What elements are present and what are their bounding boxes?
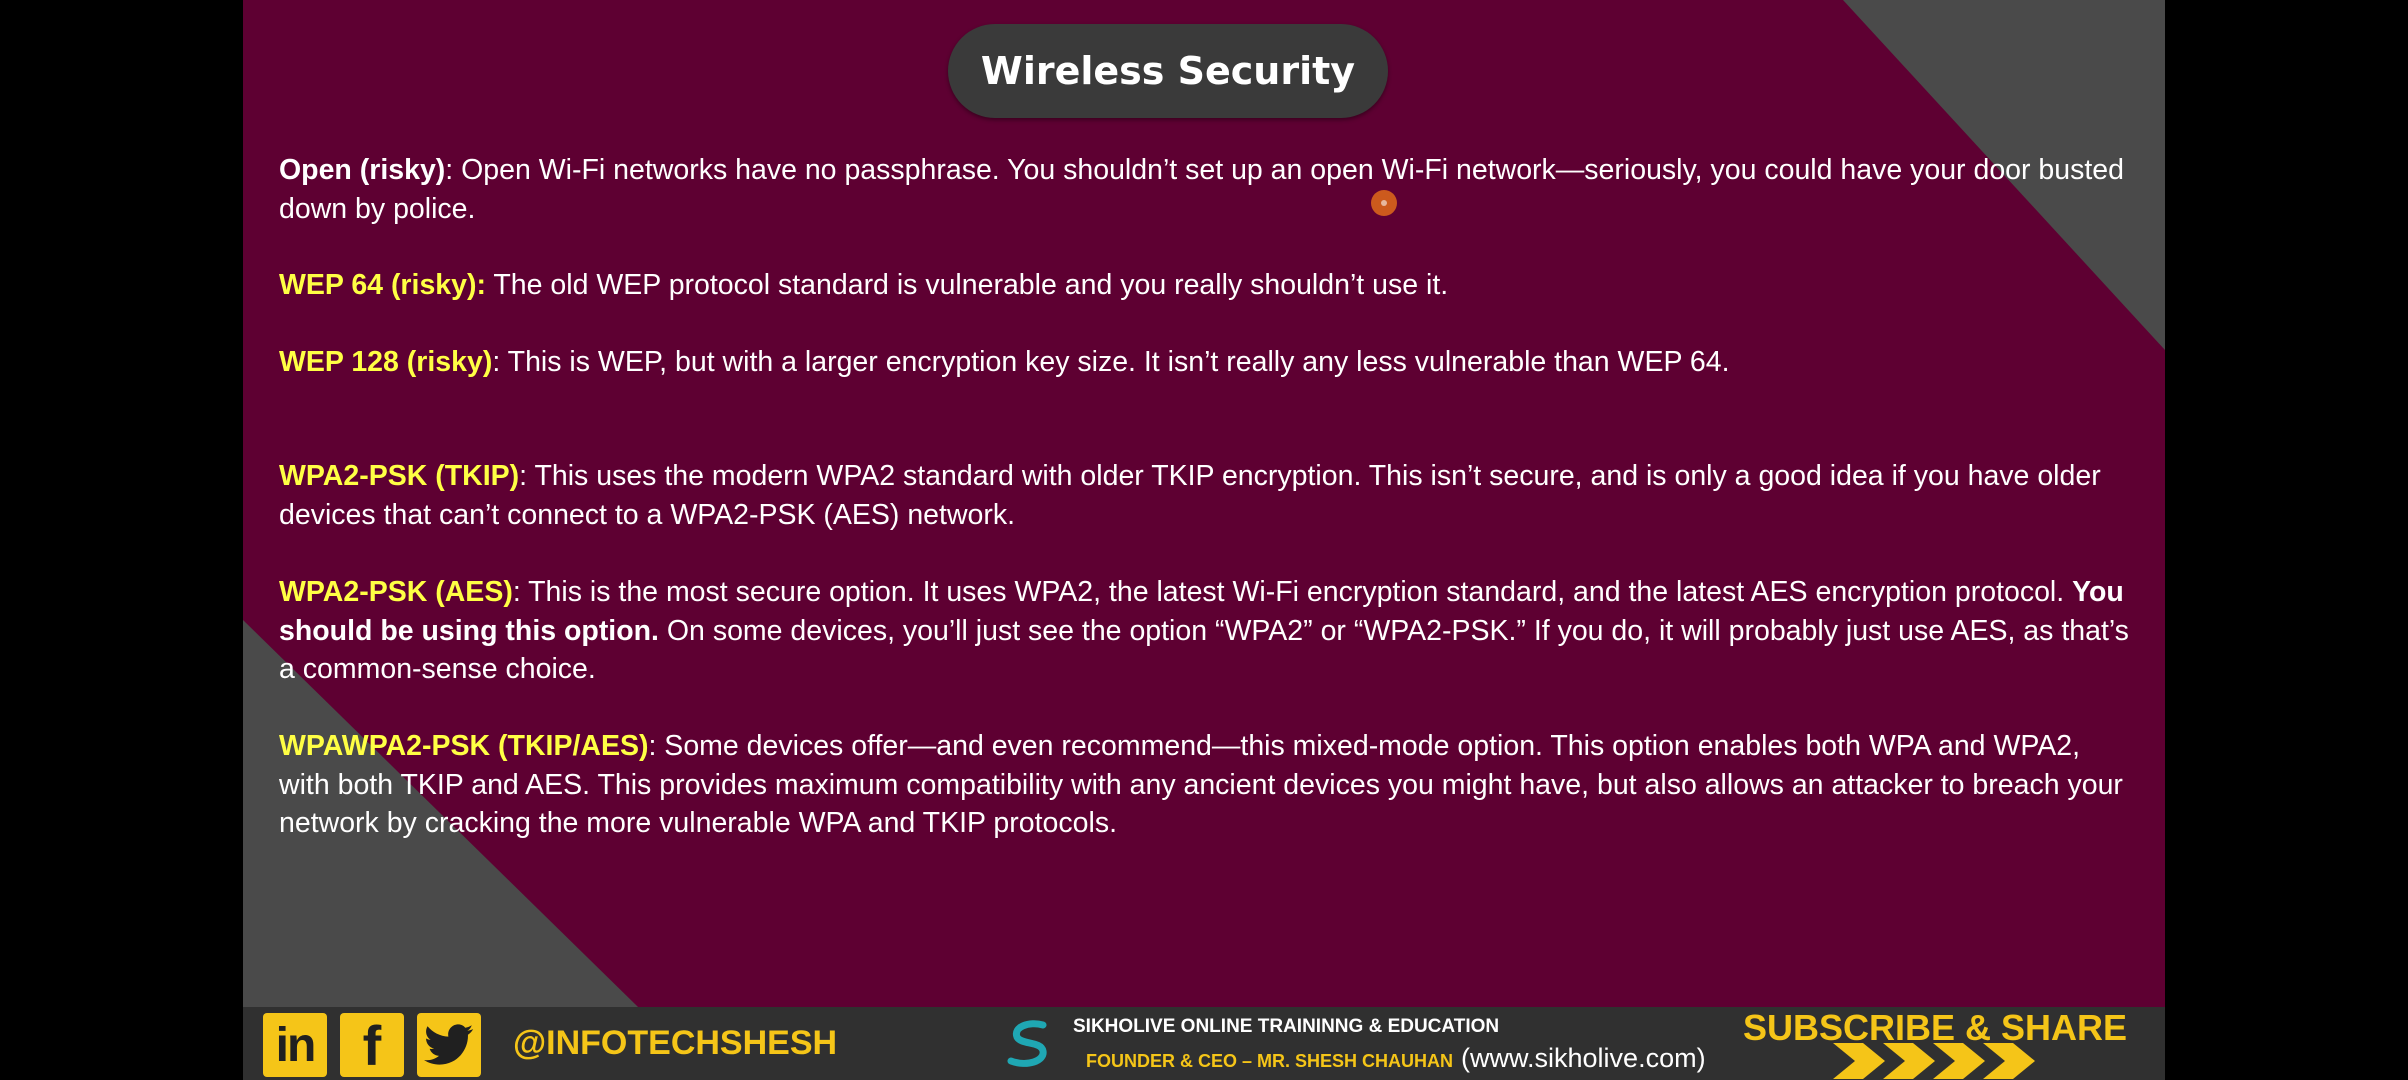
title-banner: Wireless Security bbox=[948, 24, 1388, 118]
sikholive-logo-icon bbox=[1007, 1020, 1047, 1067]
term-wpa-wpa2-mixed: WPAWPA2-PSK (TKIP/AES) bbox=[279, 730, 649, 762]
term-wpa2-tkip: WPA2-PSK (TKIP) bbox=[279, 460, 520, 492]
linkedin-icon[interactable]: in bbox=[263, 1013, 327, 1077]
double-chevron-icon bbox=[1833, 1043, 2035, 1079]
paragraph-open: Open (risky): Open Wi-Fi networks have n… bbox=[279, 151, 2135, 228]
desc-wep128: : This is WEP, but with a larger encrypt… bbox=[492, 346, 1730, 378]
facebook-icon-label: f bbox=[362, 1013, 382, 1077]
website-link[interactable]: (www.sikholive.com) bbox=[1461, 1043, 1706, 1073]
founder-label: FOUNDER & CEO – MR. SHESH CHAUHAN bbox=[1086, 1051, 1454, 1071]
organization-name: SIKHOLIVE ONLINE TRAININNG & EDUCATION bbox=[1073, 1016, 1500, 1037]
founder-line: FOUNDER & CEO – MR. SHESH CHAUHAN (www.si… bbox=[1086, 1043, 1706, 1074]
twitter-icon[interactable] bbox=[417, 1013, 481, 1077]
desc-wpa2-aes-before: : This is the most secure option. It use… bbox=[512, 576, 2073, 608]
desc-wep64: The old WEP protocol standard is vulnera… bbox=[485, 269, 1449, 301]
term-wep64: WEP 64 (risky): bbox=[279, 269, 486, 301]
paragraph-wep64: WEP 64 (risky): The old WEP protocol sta… bbox=[279, 266, 2135, 305]
paragraph-wpa2-aes: WPA2-PSK (AES): This is the most secure … bbox=[279, 573, 2135, 689]
paragraph-wep128: WEP 128 (risky): This is WEP, but with a… bbox=[279, 343, 2135, 382]
paragraph-wpa2-tkip: WPA2-PSK (TKIP): This uses the modern WP… bbox=[279, 457, 2135, 534]
paragraph-wpa-wpa2-mixed: WPAWPA2-PSK (TKIP/AES): Some devices off… bbox=[279, 727, 2135, 843]
term-wpa2-aes: WPA2-PSK (AES) bbox=[279, 576, 513, 608]
desc-wpa2-tkip: : This uses the modern WPA2 standard wit… bbox=[279, 460, 2101, 531]
social-handle: @INFOTECHSHESH bbox=[513, 1024, 838, 1062]
facebook-icon[interactable]: f bbox=[340, 1013, 404, 1077]
footer-bar: in f @INFOTECHSHESH SIKHOLIVE ONLINE TRA… bbox=[243, 1007, 2165, 1080]
linkedin-icon-label: in bbox=[275, 1018, 317, 1072]
term-wep128: WEP 128 (risky) bbox=[279, 346, 493, 378]
twitter-bird-glyph bbox=[424, 1024, 474, 1065]
term-open: Open (risky) bbox=[279, 154, 446, 186]
slide: Wireless Security Open (risky): Open Wi-… bbox=[243, 0, 2165, 1080]
desc-open: : Open Wi-Fi networks have no passphrase… bbox=[279, 154, 2124, 225]
slide-title: Wireless Security bbox=[980, 49, 1356, 93]
